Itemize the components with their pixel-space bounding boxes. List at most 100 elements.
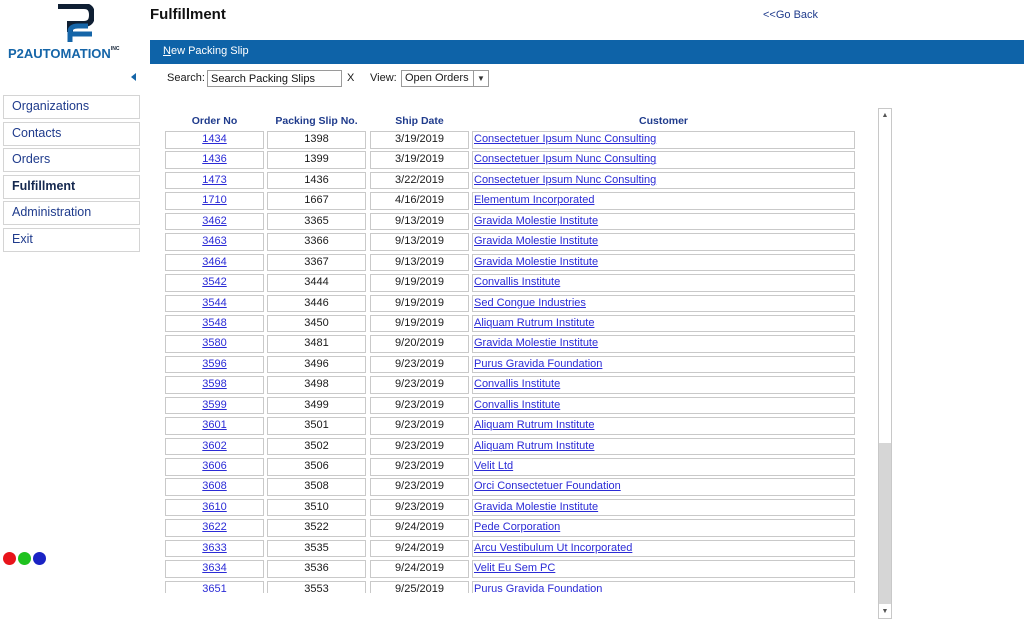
blue-status-dot-icon	[33, 552, 46, 565]
order-no-link[interactable]: 3608	[202, 480, 226, 492]
customer-link[interactable]: Velit Eu Sem PC	[474, 562, 555, 574]
customer-cell: Consectetuer Ipsum Nunc Consulting	[472, 171, 855, 190]
order-no-link[interactable]: 3464	[202, 256, 226, 268]
customer-cell: Elementum Incorporated	[472, 192, 855, 210]
sidebar-item-exit[interactable]: Exit	[3, 227, 140, 252]
table-row: 3608 3508 9/23/2019 Orci Consectetuer Found…	[165, 478, 857, 498]
customer-link[interactable]: Convallis Institute	[474, 378, 560, 390]
customer-link[interactable]: Purus Gravida Foundation	[474, 583, 602, 593]
packing-slip-no: 3450	[304, 316, 329, 329]
packing-slip-no-cell: 3367	[267, 253, 366, 272]
packing-slip-no: 3506	[304, 460, 329, 472]
ship-date-cell: 9/23/2019	[370, 417, 469, 435]
order-no-link[interactable]: 3580	[202, 337, 226, 349]
order-no-link[interactable]: 1436	[202, 153, 226, 165]
packing-slip-no: 3499	[304, 398, 329, 411]
table-row: 3542 3444 9/19/2019 Convallis Institute	[165, 274, 857, 294]
ship-date-cell: 3/19/2019	[370, 131, 469, 149]
search-label: Search:	[167, 72, 205, 84]
order-no-link[interactable]: 3602	[202, 440, 226, 452]
customer-link[interactable]: Arcu Vestibulum Ut Incorporated	[474, 542, 632, 554]
red-status-dot-icon	[3, 552, 16, 565]
ship-date: 3/22/2019	[395, 173, 444, 186]
customer-link[interactable]: Gravida Molestie Institute	[474, 337, 598, 349]
sidebar-item-organizations[interactable]: Organizations	[3, 95, 140, 119]
customer-link[interactable]: Aliquam Rutrum Institute	[474, 317, 594, 329]
order-no-link[interactable]: 3598	[202, 378, 226, 390]
order-no-link[interactable]: 3606	[202, 460, 226, 472]
sidebar-item-administration[interactable]: Administration	[3, 201, 140, 226]
header-order-no: Order No	[191, 115, 238, 127]
sidebar-item-contacts[interactable]: Contacts	[3, 121, 140, 146]
order-no-link[interactable]: 3599	[202, 399, 226, 411]
ship-date: 9/25/2019	[395, 582, 444, 593]
packing-slip-no-cell: 3501	[267, 417, 366, 435]
customer-link[interactable]: Aliquam Rutrum Institute	[474, 440, 594, 452]
order-no-link[interactable]: 3633	[202, 542, 226, 554]
customer-link[interactable]: Gravida Molestie Institute	[474, 256, 598, 268]
customer-link[interactable]: Gravida Molestie Institute	[474, 235, 598, 247]
table-scrollbar[interactable]: ▲ ▼	[878, 108, 892, 619]
customer-link[interactable]: Elementum Incorporated	[474, 194, 594, 206]
order-no-link[interactable]: 3601	[202, 419, 226, 431]
customer-link[interactable]: Consectetuer Ipsum Nunc Consulting	[474, 153, 656, 165]
ship-date: 9/23/2019	[395, 480, 444, 493]
customer-link[interactable]: Velit Ltd	[474, 460, 513, 472]
order-no-link[interactable]: 3548	[202, 317, 226, 329]
order-no-link[interactable]: 3622	[202, 521, 226, 533]
sidebar-item-orders[interactable]: Orders	[3, 148, 140, 173]
arrow-up-icon[interactable]: ▲	[879, 109, 891, 122]
packing-slip-no-cell: 3446	[267, 294, 366, 312]
order-no-link[interactable]: 3610	[202, 501, 226, 513]
packing-slip-no-cell: 3366	[267, 233, 366, 251]
scroll-thumb[interactable]	[880, 123, 890, 443]
ship-date-cell: 3/19/2019	[370, 151, 469, 169]
chevron-down-icon[interactable]: ▼	[473, 71, 488, 86]
order-no-link[interactable]: 3596	[202, 358, 226, 370]
packing-slip-no-cell: 1398	[267, 131, 366, 149]
search-input[interactable]	[207, 70, 342, 87]
table-row: 3596 3496 9/23/2019 Purus Gravida Foundatio…	[165, 355, 857, 376]
search-clear-button[interactable]: X	[347, 72, 354, 84]
customer-link[interactable]: Aliquam Rutrum Institute	[474, 419, 594, 431]
new-packing-slip-button[interactable]: New Packing Slip	[163, 45, 249, 57]
customer-link[interactable]: Gravida Molestie Institute	[474, 215, 598, 227]
order-no-link[interactable]: 3634	[202, 562, 226, 574]
customer-link[interactable]: Convallis Institute	[474, 276, 560, 288]
packing-slip-no-cell: 3496	[267, 355, 366, 374]
order-no-link[interactable]: 3542	[202, 276, 226, 288]
customer-link[interactable]: Sed Congue Industries	[474, 297, 586, 309]
p2-logo-icon	[58, 4, 94, 42]
packing-slip-no: 3553	[304, 582, 329, 593]
order-no-link[interactable]: 1434	[202, 133, 226, 145]
customer-link[interactable]: Gravida Molestie Institute	[474, 501, 598, 513]
order-no-cell: 3601	[165, 417, 264, 435]
arrow-down-icon[interactable]: ▼	[879, 605, 891, 618]
order-no-link[interactable]: 3462	[202, 215, 226, 227]
customer-link[interactable]: Consectetuer Ipsum Nunc Consulting	[474, 174, 656, 186]
order-no-link[interactable]: 1710	[202, 194, 226, 206]
table-row: 3601 3501 9/23/2019 Aliquam Rutrum Institut…	[165, 417, 857, 437]
customer-link[interactable]: Purus Gravida Foundation	[474, 358, 602, 370]
header-packing-slip-no: Packing Slip No.	[275, 115, 358, 127]
customer-link[interactable]: Consectetuer Ipsum Nunc Consulting	[474, 133, 656, 145]
go-back-link[interactable]: <<Go Back	[763, 9, 818, 21]
chevron-left-icon[interactable]	[131, 73, 136, 81]
order-no-link[interactable]: 3544	[202, 297, 226, 309]
customer-cell: Velit Ltd	[472, 458, 855, 476]
scroll-track[interactable]	[879, 443, 891, 604]
packing-slip-no: 3535	[304, 541, 329, 554]
order-no-link[interactable]: 1473	[202, 174, 226, 186]
customer-link[interactable]: Pede Corporation	[474, 521, 560, 533]
order-no-link[interactable]: 3463	[202, 235, 226, 247]
sidebar-item-fulfillment[interactable]: Fulfillment	[3, 174, 140, 199]
order-no-cell: 1436	[165, 151, 264, 169]
view-select[interactable]: Open Orders ▼	[401, 70, 489, 87]
order-no-link[interactable]: 3651	[202, 583, 226, 593]
table-row: 1436 1399 3/19/2019 Consectetuer Ipsum Nunc…	[165, 151, 857, 171]
packing-slip-no: 1436	[304, 173, 329, 186]
customer-link[interactable]: Convallis Institute	[474, 399, 560, 411]
packing-slip-no-cell: 3510	[267, 498, 366, 517]
packing-slip-no-cell: 3508	[267, 478, 366, 496]
customer-link[interactable]: Orci Consectetuer Foundation	[474, 480, 621, 492]
